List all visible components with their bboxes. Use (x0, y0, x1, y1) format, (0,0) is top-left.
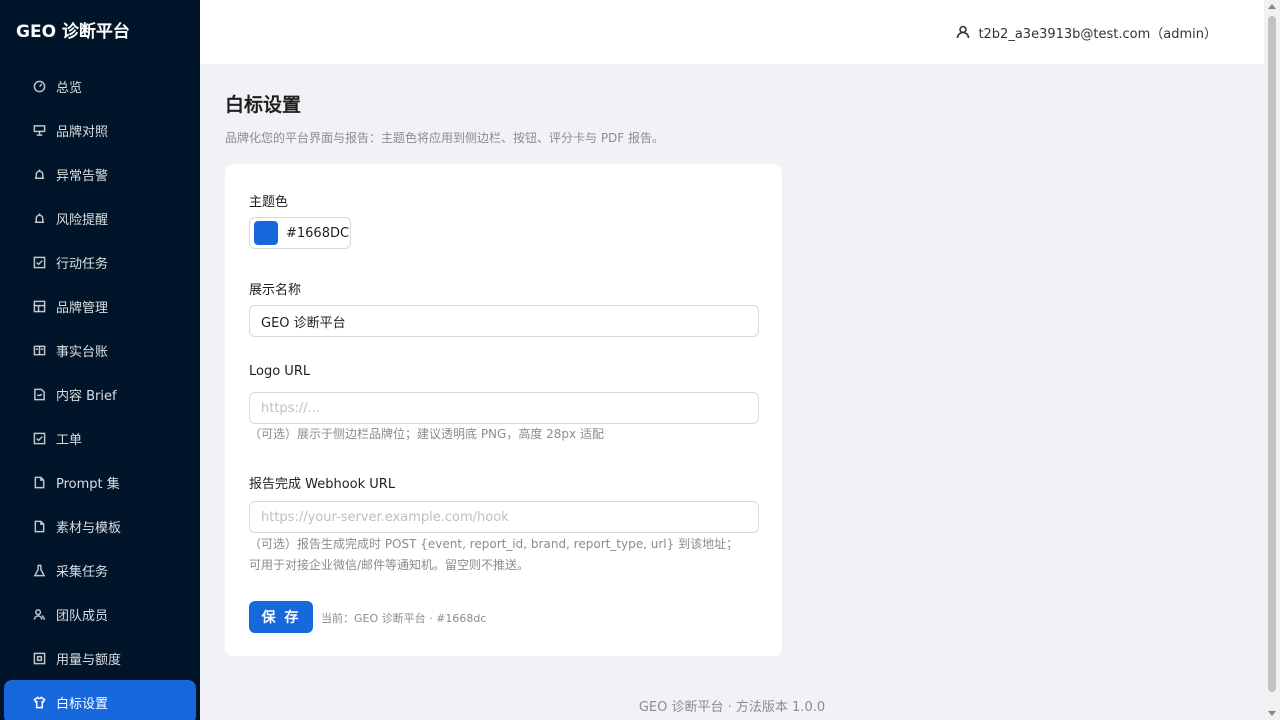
sidebar-item-overview[interactable]: 总览 (4, 64, 196, 108)
ticket-icon (32, 431, 46, 445)
display-name-label: 展示名称 (249, 283, 302, 298)
team-icon (32, 607, 46, 621)
sidebar-item-collection-tasks[interactable]: 采集任务 (4, 548, 196, 592)
sidebar-item-brand-compare[interactable]: 品牌对照 (4, 108, 196, 152)
primary-color-picker[interactable]: #1668DC (249, 217, 351, 249)
white-label-form-card: 主题色 #1668DC 展示名称 Logo URL （可选）展示于侧边栏品牌位；… (225, 164, 782, 656)
top-header: t2b2_a3e3913b@test.com（admin） (200, 0, 1264, 64)
page-description: 品牌化您的平台界面与报告：主题色将应用到侧边栏、按钮、评分卡与 PDF 报告。 (225, 131, 665, 145)
primary-color-label: 主题色 (249, 195, 289, 210)
sidebar-item-usage-quota[interactable]: 用量与额度 (4, 636, 196, 680)
webhook-url-help: （可选）报告生成完成时 POST {event, report_id, bran… (249, 537, 739, 572)
sidebar-item-assets-templates[interactable]: 素材与模板 (4, 504, 196, 548)
brand-icon (32, 299, 46, 313)
page-scrollbar[interactable] (1264, 0, 1280, 720)
sidebar-item-fact-ledger[interactable]: 事实台账 (4, 328, 196, 372)
sidebar-item-brand-management[interactable]: 品牌管理 (4, 284, 196, 328)
sidebar-item-prompt-sets[interactable]: Prompt 集 (4, 460, 196, 504)
sidebar-item-label: 采集任务 (56, 564, 109, 580)
sidebar-item-tickets[interactable]: 工单 (4, 416, 196, 460)
sidebar-item-anomaly-alerts[interactable]: 异常告警 (4, 152, 196, 196)
usage-icon (32, 651, 46, 665)
sidebar-item-label: 风险提醒 (56, 212, 109, 228)
sidebar-item-label: 异常告警 (56, 168, 109, 184)
sidebar-item-label: 行动任务 (56, 256, 109, 272)
dashboard-icon (32, 79, 46, 93)
logo-url-input[interactable] (249, 392, 759, 424)
user-email: t2b2_a3e3913b@test.com（admin） (978, 26, 1217, 42)
color-swatch (254, 221, 278, 245)
file-icon (32, 475, 46, 489)
sidebar-item-label: 事实台账 (56, 344, 109, 360)
webhook-url-input[interactable] (249, 501, 759, 533)
sidebar-item-action-tasks[interactable]: 行动任务 (4, 240, 196, 284)
sidebar-item-label: 品牌对照 (56, 124, 109, 140)
sidebar-item-content-brief[interactable]: 内容 Brief (4, 372, 196, 416)
logo-url-label: Logo URL (249, 364, 311, 379)
compare-icon (32, 123, 46, 137)
save-button[interactable]: 保 存 (249, 601, 313, 633)
sidebar: GEO 诊断平台 总览 品牌对照 异常告警 风险提醒 行动任务 品牌管理 事实台… (0, 0, 200, 720)
scroll-down-icon[interactable] (1268, 711, 1276, 716)
brief-icon (32, 387, 46, 401)
sidebar-item-team-members[interactable]: 团队成员 (4, 592, 196, 636)
sidebar-item-white-label[interactable]: 白标设置 (4, 680, 196, 720)
scroll-up-icon[interactable] (1268, 4, 1276, 9)
task-icon (32, 255, 46, 269)
sidebar-item-label: 素材与模板 (56, 520, 122, 536)
webhook-url-label: 报告完成 Webhook URL (249, 477, 396, 492)
page-footer: GEO 诊断平台 · 方法版本 1.0.0 (638, 700, 826, 715)
sidebar-item-label: 白标设置 (56, 696, 109, 712)
user-menu[interactable]: t2b2_a3e3913b@test.com（admin） (956, 0, 1217, 64)
main-content: 白标设置 品牌化您的平台界面与报告：主题色将应用到侧边栏、按钮、评分卡与 PDF… (200, 64, 1264, 720)
logo-url-help: （可选）展示于侧边栏品牌位；建议透明底 PNG，高度 28px 适配 (249, 427, 604, 441)
warning-icon (32, 211, 46, 225)
sidebar-item-label: 总览 (56, 80, 83, 96)
page-title: 白标设置 (225, 94, 302, 116)
sidebar-item-label: Prompt 集 (56, 476, 120, 492)
skin-icon (32, 695, 46, 709)
template-icon (32, 519, 46, 533)
sidebar-item-label: 品牌管理 (56, 300, 109, 316)
collect-icon (32, 563, 46, 577)
sidebar-menu: 总览 品牌对照 异常告警 风险提醒 行动任务 品牌管理 事实台账 内容 Brie… (0, 64, 200, 720)
alert-icon (32, 167, 46, 181)
sidebar-item-label: 工单 (56, 432, 83, 448)
scrollbar-thumb[interactable] (1268, 16, 1276, 692)
current-settings-text: 当前：GEO 诊断平台 · #1668dc (321, 612, 487, 625)
sidebar-item-label: 用量与额度 (56, 652, 122, 668)
user-icon (957, 25, 970, 39)
sidebar-item-label: 内容 Brief (56, 388, 117, 404)
display-name-input[interactable] (249, 305, 759, 337)
sidebar-item-label: 团队成员 (56, 608, 109, 624)
sidebar-item-risk-reminders[interactable]: 风险提醒 (4, 196, 196, 240)
brand-title[interactable]: GEO 诊断平台 (0, 0, 200, 64)
primary-color-value: #1668DC (286, 225, 350, 241)
ledger-icon (32, 343, 46, 357)
